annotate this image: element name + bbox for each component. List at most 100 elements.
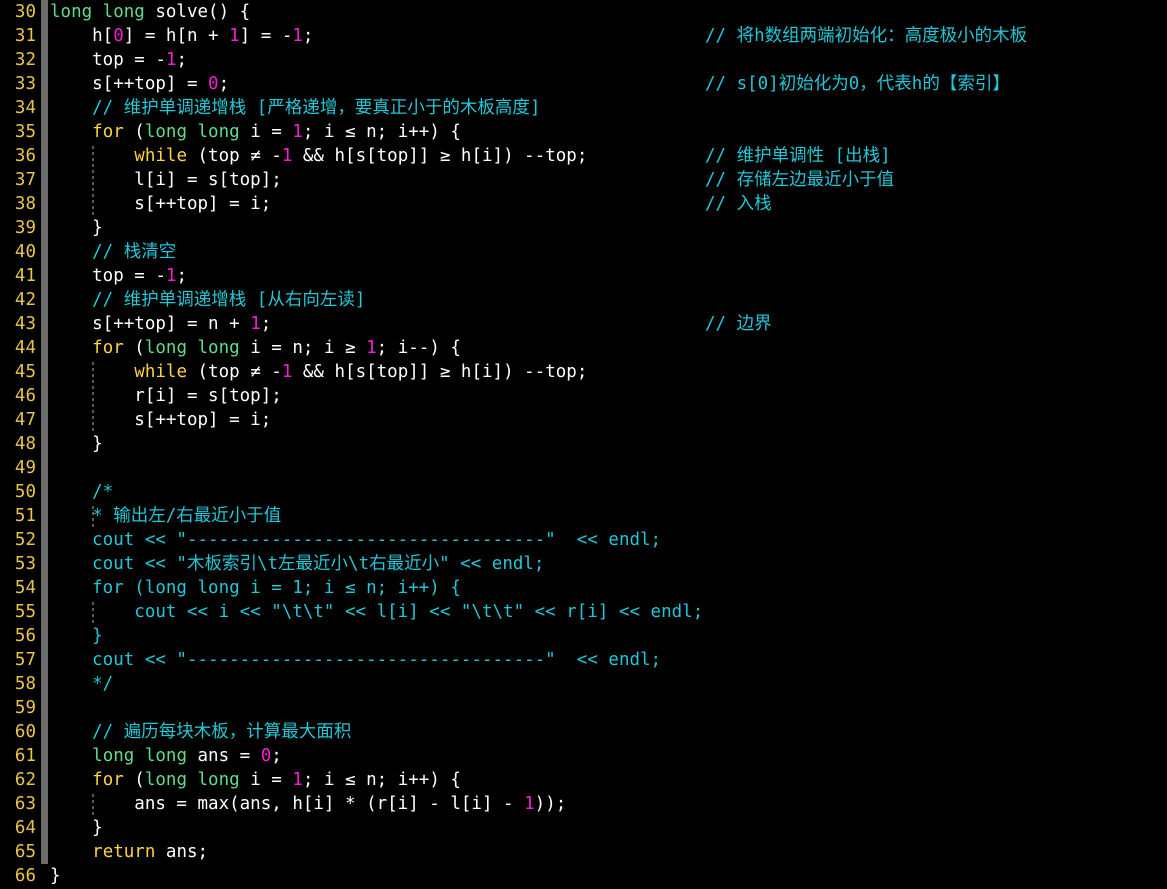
code-line[interactable]: 60 // 遍历每块木板，计算最大面积 xyxy=(0,720,1167,744)
token-id: h[ xyxy=(50,26,114,46)
token-id: ; xyxy=(260,314,272,334)
code-text[interactable]: top = -1; xyxy=(50,48,187,72)
code-text[interactable]: while (top ≠ -1 && h[s[top]] ≥ h[i]) --t… xyxy=(50,144,587,168)
code-line[interactable]: 42 // 维护单调递增栈 [从右向左读] xyxy=(0,288,1167,312)
code-line[interactable]: 46 r[i] = s[top]; xyxy=(0,384,1167,408)
code-line[interactable]: 30 long long solve() { xyxy=(0,0,1167,24)
line-number: 57 xyxy=(14,650,36,670)
trailing-comment: // 将h数组两端初始化：高度极小的木板 xyxy=(705,26,1028,46)
code-line[interactable]: 41 top = -1; xyxy=(0,264,1167,288)
code-text[interactable]: top = -1; xyxy=(50,264,187,288)
code-text[interactable]: r[i] = s[top]; xyxy=(50,384,282,408)
code-text[interactable]: for (long long i = 1; i ≤ n; i++) { xyxy=(50,120,461,144)
code-line[interactable]: 66} xyxy=(0,864,1167,888)
code-line[interactable]: 39 } xyxy=(0,216,1167,240)
code-line[interactable]: 63 ans = max(ans, h[i] * (r[i] - l[i] - … xyxy=(0,792,1167,816)
token-id: ] = h[n + xyxy=(123,26,230,46)
code-text[interactable]: } xyxy=(50,216,103,240)
token-id: i = xyxy=(239,122,293,142)
code-text[interactable]: s[++top] = i; xyxy=(50,192,271,216)
code-line[interactable]: 48 } xyxy=(0,432,1167,456)
code-line[interactable]: 34 // 维护单调递增栈 [严格递增，要真正小于的木板高度] xyxy=(0,96,1167,120)
code-line[interactable]: 49 xyxy=(0,456,1167,480)
code-text[interactable]: s[++top] = i; xyxy=(50,408,271,432)
token-cmt: // 维护单调递增栈 [严格递增，要真正小于的木板高度] xyxy=(50,98,541,118)
code-editor[interactable]: 30 long long solve() {31 h[0] = h[n + 1] … xyxy=(0,0,1167,889)
code-text[interactable]: cout << "木板索引\t左最近小\t右最近小" << endl; xyxy=(50,552,544,576)
token-kw: for xyxy=(92,338,124,358)
code-text[interactable]: // 遍历每块木板，计算最大面积 xyxy=(50,720,351,744)
code-line[interactable]: 52 cout << "----------------------------… xyxy=(0,528,1167,552)
line-number: 51 xyxy=(14,506,36,526)
line-number: 40 xyxy=(14,242,36,262)
code-text[interactable]: } xyxy=(50,816,103,840)
code-text[interactable]: long long ans = 0; xyxy=(50,744,282,768)
code-line[interactable]: 40 // 栈清空 xyxy=(0,240,1167,264)
line-number: 62 xyxy=(14,770,36,790)
code-line[interactable]: 62 for (long long i = 1; i ≤ n; i++) { xyxy=(0,768,1167,792)
token-id: s[++top] = xyxy=(50,74,209,94)
code-line[interactable]: 45 while (top ≠ -1 && h[s[top]] ≥ h[i]) … xyxy=(0,360,1167,384)
code-line[interactable]: 54 for (long long i = 1; i ≤ n; i++) { xyxy=(0,576,1167,600)
code-line[interactable]: 51 * 输出左/右最近小于值 xyxy=(0,504,1167,528)
token-id xyxy=(50,122,92,142)
code-text[interactable]: cout << "-------------------------------… xyxy=(50,648,661,672)
code-line[interactable]: 33 s[++top] = 0; // s[0]初始化为0，代表h的【索引】 xyxy=(0,72,1167,96)
code-text[interactable]: */ xyxy=(50,672,113,696)
code-text[interactable]: for (long long i = 1; i ≤ n; i++) { xyxy=(50,576,461,600)
line-number: 32 xyxy=(14,50,36,70)
code-text[interactable]: } xyxy=(50,432,103,456)
code-line[interactable]: 32 top = -1; xyxy=(0,48,1167,72)
code-text[interactable]: // 栈清空 xyxy=(50,240,176,264)
code-text[interactable]: ans = max(ans, h[i] * (r[i] - l[i] - 1))… xyxy=(50,792,566,816)
token-typ: long long xyxy=(144,770,240,790)
code-line[interactable]: 65 return ans; xyxy=(0,840,1167,864)
token-id: r[i] = s[top]; xyxy=(50,386,282,406)
line-number: 54 xyxy=(14,578,36,598)
code-text[interactable]: for (long long i = n; i ≥ 1; i--) { xyxy=(50,336,461,360)
token-id: } xyxy=(50,818,103,838)
code-text[interactable]: return ans; xyxy=(50,840,208,864)
token-num: 1 xyxy=(165,266,177,286)
code-line[interactable]: 55 cout << i << "\t\t" << l[i] << "\t\t"… xyxy=(0,600,1167,624)
code-line[interactable]: 57 cout << "----------------------------… xyxy=(0,648,1167,672)
code-line[interactable]: 47 s[++top] = i; xyxy=(0,408,1167,432)
token-id: (top ≠ - xyxy=(186,362,282,382)
code-text[interactable]: for (long long i = 1; i ≤ n; i++) { xyxy=(50,768,461,792)
code-line[interactable]: 53 cout << "木板索引\t左最近小\t右最近小" << endl; xyxy=(0,552,1167,576)
code-text[interactable]: long long solve() { xyxy=(50,0,250,24)
code-text[interactable]: } xyxy=(50,864,61,888)
code-text[interactable]: cout << i << "\t\t" << l[i] << "\t\t" <<… xyxy=(50,600,703,624)
code-line[interactable]: 59 xyxy=(0,696,1167,720)
token-id xyxy=(50,362,134,382)
code-line[interactable]: 58 */ xyxy=(0,672,1167,696)
code-line[interactable]: 38 s[++top] = i; // 入栈 xyxy=(0,192,1167,216)
code-line[interactable]: 44 for (long long i = n; i ≥ 1; i--) { xyxy=(0,336,1167,360)
code-text[interactable]: s[++top] = n + 1; xyxy=(50,312,271,336)
code-line[interactable]: 64 } xyxy=(0,816,1167,840)
code-text[interactable]: } xyxy=(50,624,103,648)
code-text[interactable]: // 维护单调递增栈 [从右向左读] xyxy=(50,288,365,312)
code-text[interactable]: // 维护单调递增栈 [严格递增，要真正小于的木板高度] xyxy=(50,96,540,120)
code-line[interactable]: 36 while (top ≠ -1 && h[s[top]] ≥ h[i]) … xyxy=(0,144,1167,168)
code-text[interactable]: l[i] = s[top]; xyxy=(50,168,282,192)
token-id xyxy=(50,746,92,766)
code-text[interactable]: s[++top] = 0; xyxy=(50,72,229,96)
token-kw: for xyxy=(92,122,124,142)
code-text[interactable]: while (top ≠ -1 && h[s[top]] ≥ h[i]) --t… xyxy=(50,360,587,384)
code-text[interactable]: /* xyxy=(50,480,113,504)
code-line[interactable]: 43 s[++top] = n + 1; // 边界 xyxy=(0,312,1167,336)
code-text[interactable]: h[0] = h[n + 1] = -1; xyxy=(50,24,313,48)
code-line[interactable]: 31 h[0] = h[n + 1] = -1; // 将h数组两端初始化：高度极… xyxy=(0,24,1167,48)
code-line[interactable]: 37 l[i] = s[top]; // 存储左边最近小于值 xyxy=(0,168,1167,192)
code-text[interactable]: cout << "-------------------------------… xyxy=(50,528,661,552)
token-id: s[++top] = i; xyxy=(50,410,272,430)
code-line[interactable]: 56 } xyxy=(0,624,1167,648)
code-line[interactable]: 50 /* xyxy=(0,480,1167,504)
code-text[interactable]: * 输出左/右最近小于值 xyxy=(50,504,281,528)
code-line[interactable]: 35 for (long long i = 1; i ≤ n; i++) { xyxy=(0,120,1167,144)
line-number: 34 xyxy=(14,98,36,118)
line-number: 46 xyxy=(14,386,36,406)
code-line[interactable]: 61 long long ans = 0; xyxy=(0,744,1167,768)
line-number: 52 xyxy=(14,530,36,550)
